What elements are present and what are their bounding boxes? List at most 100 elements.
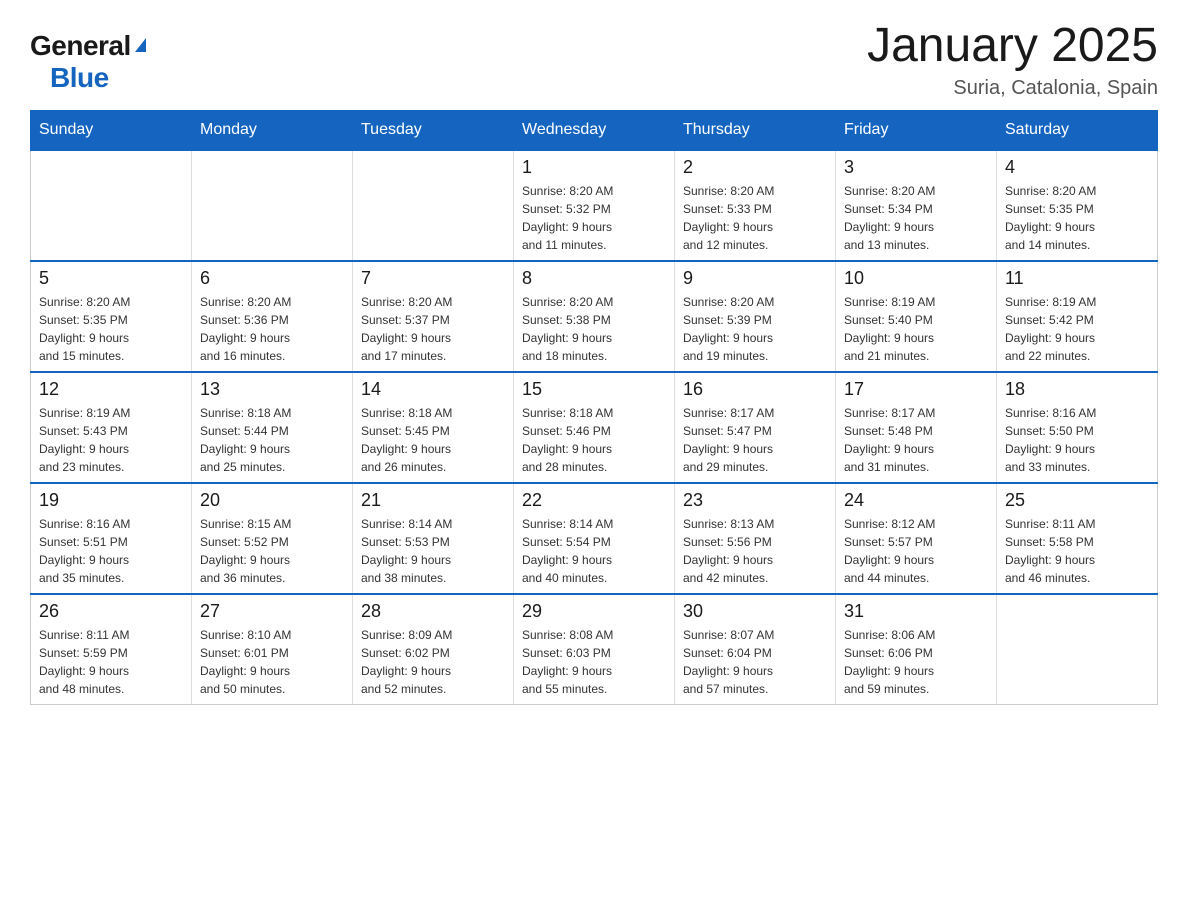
calendar-header-friday: Friday [836,110,997,150]
calendar-header-thursday: Thursday [675,110,836,150]
day-info: Sunrise: 8:06 AMSunset: 6:06 PMDaylight:… [844,626,988,698]
day-info: Sunrise: 8:17 AMSunset: 5:47 PMDaylight:… [683,404,827,476]
calendar-cell: 3 Sunrise: 8:20 AMSunset: 5:34 PMDaylight… [836,150,997,261]
day-info: Sunrise: 8:19 AMSunset: 5:40 PMDaylight:… [844,293,988,365]
calendar-cell: 7 Sunrise: 8:20 AMSunset: 5:37 PMDaylight… [353,261,514,372]
day-info: Sunrise: 8:08 AMSunset: 6:03 PMDaylight:… [522,626,666,698]
day-number: 7 [361,268,505,289]
day-number: 2 [683,157,827,178]
calendar-header-sunday: Sunday [31,110,192,150]
calendar-cell: 6 Sunrise: 8:20 AMSunset: 5:36 PMDaylight… [192,261,353,372]
day-info: Sunrise: 8:19 AMSunset: 5:42 PMDaylight:… [1005,293,1149,365]
calendar-cell: 26 Sunrise: 8:11 AMSunset: 5:59 PMDayligh… [31,594,192,705]
title-block: January 2025 Suria, Catalonia, Spain [867,20,1158,100]
day-number: 25 [1005,490,1149,511]
calendar-cell: 30 Sunrise: 8:07 AMSunset: 6:04 PMDayligh… [675,594,836,705]
day-info: Sunrise: 8:19 AMSunset: 5:43 PMDaylight:… [39,404,183,476]
day-info: Sunrise: 8:09 AMSunset: 6:02 PMDaylight:… [361,626,505,698]
day-info: Sunrise: 8:20 AMSunset: 5:38 PMDaylight:… [522,293,666,365]
day-number: 23 [683,490,827,511]
day-info: Sunrise: 8:16 AMSunset: 5:51 PMDaylight:… [39,515,183,587]
calendar-cell [31,150,192,261]
day-info: Sunrise: 8:20 AMSunset: 5:37 PMDaylight:… [361,293,505,365]
calendar-cell: 21 Sunrise: 8:14 AMSunset: 5:53 PMDayligh… [353,483,514,594]
day-info: Sunrise: 8:14 AMSunset: 5:53 PMDaylight:… [361,515,505,587]
day-number: 27 [200,601,344,622]
day-number: 4 [1005,157,1149,178]
day-info: Sunrise: 8:20 AMSunset: 5:36 PMDaylight:… [200,293,344,365]
day-info: Sunrise: 8:20 AMSunset: 5:35 PMDaylight:… [1005,182,1149,254]
calendar-cell: 4 Sunrise: 8:20 AMSunset: 5:35 PMDaylight… [997,150,1158,261]
calendar-cell: 12 Sunrise: 8:19 AMSunset: 5:43 PMDayligh… [31,372,192,483]
day-number: 11 [1005,268,1149,289]
day-info: Sunrise: 8:14 AMSunset: 5:54 PMDaylight:… [522,515,666,587]
day-number: 1 [522,157,666,178]
calendar-table: SundayMondayTuesdayWednesdayThursdayFrid… [30,110,1158,705]
day-number: 14 [361,379,505,400]
calendar-title: January 2025 [867,20,1158,73]
calendar-week-3: 12 Sunrise: 8:19 AMSunset: 5:43 PMDayligh… [31,372,1158,483]
day-info: Sunrise: 8:17 AMSunset: 5:48 PMDaylight:… [844,404,988,476]
calendar-cell: 29Sunrise: 8:08 AMSunset: 6:03 PMDayligh… [514,594,675,705]
calendar-cell: 14 Sunrise: 8:18 AMSunset: 5:45 PMDayligh… [353,372,514,483]
day-number: 15 [522,379,666,400]
calendar-header-row: SundayMondayTuesdayWednesdayThursdayFrid… [31,110,1158,150]
calendar-cell: 22 Sunrise: 8:14 AMSunset: 5:54 PMDayligh… [514,483,675,594]
calendar-subtitle: Suria, Catalonia, Spain [867,77,1158,100]
calendar-cell: 1 Sunrise: 8:20 AMSunset: 5:32 PMDaylight… [514,150,675,261]
calendar-cell: 10 Sunrise: 8:19 AMSunset: 5:40 PMDayligh… [836,261,997,372]
day-info: Sunrise: 8:12 AMSunset: 5:57 PMDaylight:… [844,515,988,587]
day-info: Sunrise: 8:20 AMSunset: 5:33 PMDaylight:… [683,182,827,254]
day-number: 3 [844,157,988,178]
day-number: 6 [200,268,344,289]
day-number: 12 [39,379,183,400]
day-number: 19 [39,490,183,511]
calendar-cell: 27 Sunrise: 8:10 AMSunset: 6:01 PMDayligh… [192,594,353,705]
day-info: Sunrise: 8:18 AMSunset: 5:45 PMDaylight:… [361,404,505,476]
day-number: 13 [200,379,344,400]
calendar-header-saturday: Saturday [997,110,1158,150]
day-number: 26 [39,601,183,622]
day-number: 5 [39,268,183,289]
calendar-cell: 24 Sunrise: 8:12 AMSunset: 5:57 PMDayligh… [836,483,997,594]
calendar-cell: 28Sunrise: 8:09 AMSunset: 6:02 PMDayligh… [353,594,514,705]
day-info: Sunrise: 8:13 AMSunset: 5:56 PMDaylight:… [683,515,827,587]
calendar-cell: 19 Sunrise: 8:16 AMSunset: 5:51 PMDayligh… [31,483,192,594]
day-info: Sunrise: 8:20 AMSunset: 5:35 PMDaylight:… [39,293,183,365]
logo-blue-text: Blue [50,62,109,93]
day-info: Sunrise: 8:20 AMSunset: 5:32 PMDaylight:… [522,182,666,254]
day-info: Sunrise: 8:10 AMSunset: 6:01 PMDaylight:… [200,626,344,698]
day-info: Sunrise: 8:07 AMSunset: 6:04 PMDaylight:… [683,626,827,698]
calendar-cell: 15Sunrise: 8:18 AMSunset: 5:46 PMDayligh… [514,372,675,483]
day-number: 20 [200,490,344,511]
day-info: Sunrise: 8:20 AMSunset: 5:39 PMDaylight:… [683,293,827,365]
logo: General Blue [30,30,146,94]
day-number: 22 [522,490,666,511]
day-number: 16 [683,379,827,400]
day-info: Sunrise: 8:11 AMSunset: 5:58 PMDaylight:… [1005,515,1149,587]
calendar-cell: 20 Sunrise: 8:15 AMSunset: 5:52 PMDayligh… [192,483,353,594]
day-number: 18 [1005,379,1149,400]
day-number: 30 [683,601,827,622]
day-info: Sunrise: 8:11 AMSunset: 5:59 PMDaylight:… [39,626,183,698]
calendar-header-tuesday: Tuesday [353,110,514,150]
calendar-cell: 16 Sunrise: 8:17 AMSunset: 5:47 PMDayligh… [675,372,836,483]
calendar-week-1: 1 Sunrise: 8:20 AMSunset: 5:32 PMDaylight… [31,150,1158,261]
day-number: 8 [522,268,666,289]
day-number: 21 [361,490,505,511]
day-info: Sunrise: 8:18 AMSunset: 5:44 PMDaylight:… [200,404,344,476]
calendar-cell [997,594,1158,705]
calendar-cell: 23 Sunrise: 8:13 AMSunset: 5:56 PMDayligh… [675,483,836,594]
calendar-cell: 8 Sunrise: 8:20 AMSunset: 5:38 PMDaylight… [514,261,675,372]
calendar-week-5: 26 Sunrise: 8:11 AMSunset: 5:59 PMDayligh… [31,594,1158,705]
day-number: 10 [844,268,988,289]
calendar-week-2: 5 Sunrise: 8:20 AMSunset: 5:35 PMDaylight… [31,261,1158,372]
day-info: Sunrise: 8:16 AMSunset: 5:50 PMDaylight:… [1005,404,1149,476]
day-number: 9 [683,268,827,289]
calendar-cell: 11 Sunrise: 8:19 AMSunset: 5:42 PMDayligh… [997,261,1158,372]
day-info: Sunrise: 8:20 AMSunset: 5:34 PMDaylight:… [844,182,988,254]
logo-triangle-icon [135,38,146,52]
day-number: 24 [844,490,988,511]
calendar-cell [192,150,353,261]
day-info: Sunrise: 8:15 AMSunset: 5:52 PMDaylight:… [200,515,344,587]
